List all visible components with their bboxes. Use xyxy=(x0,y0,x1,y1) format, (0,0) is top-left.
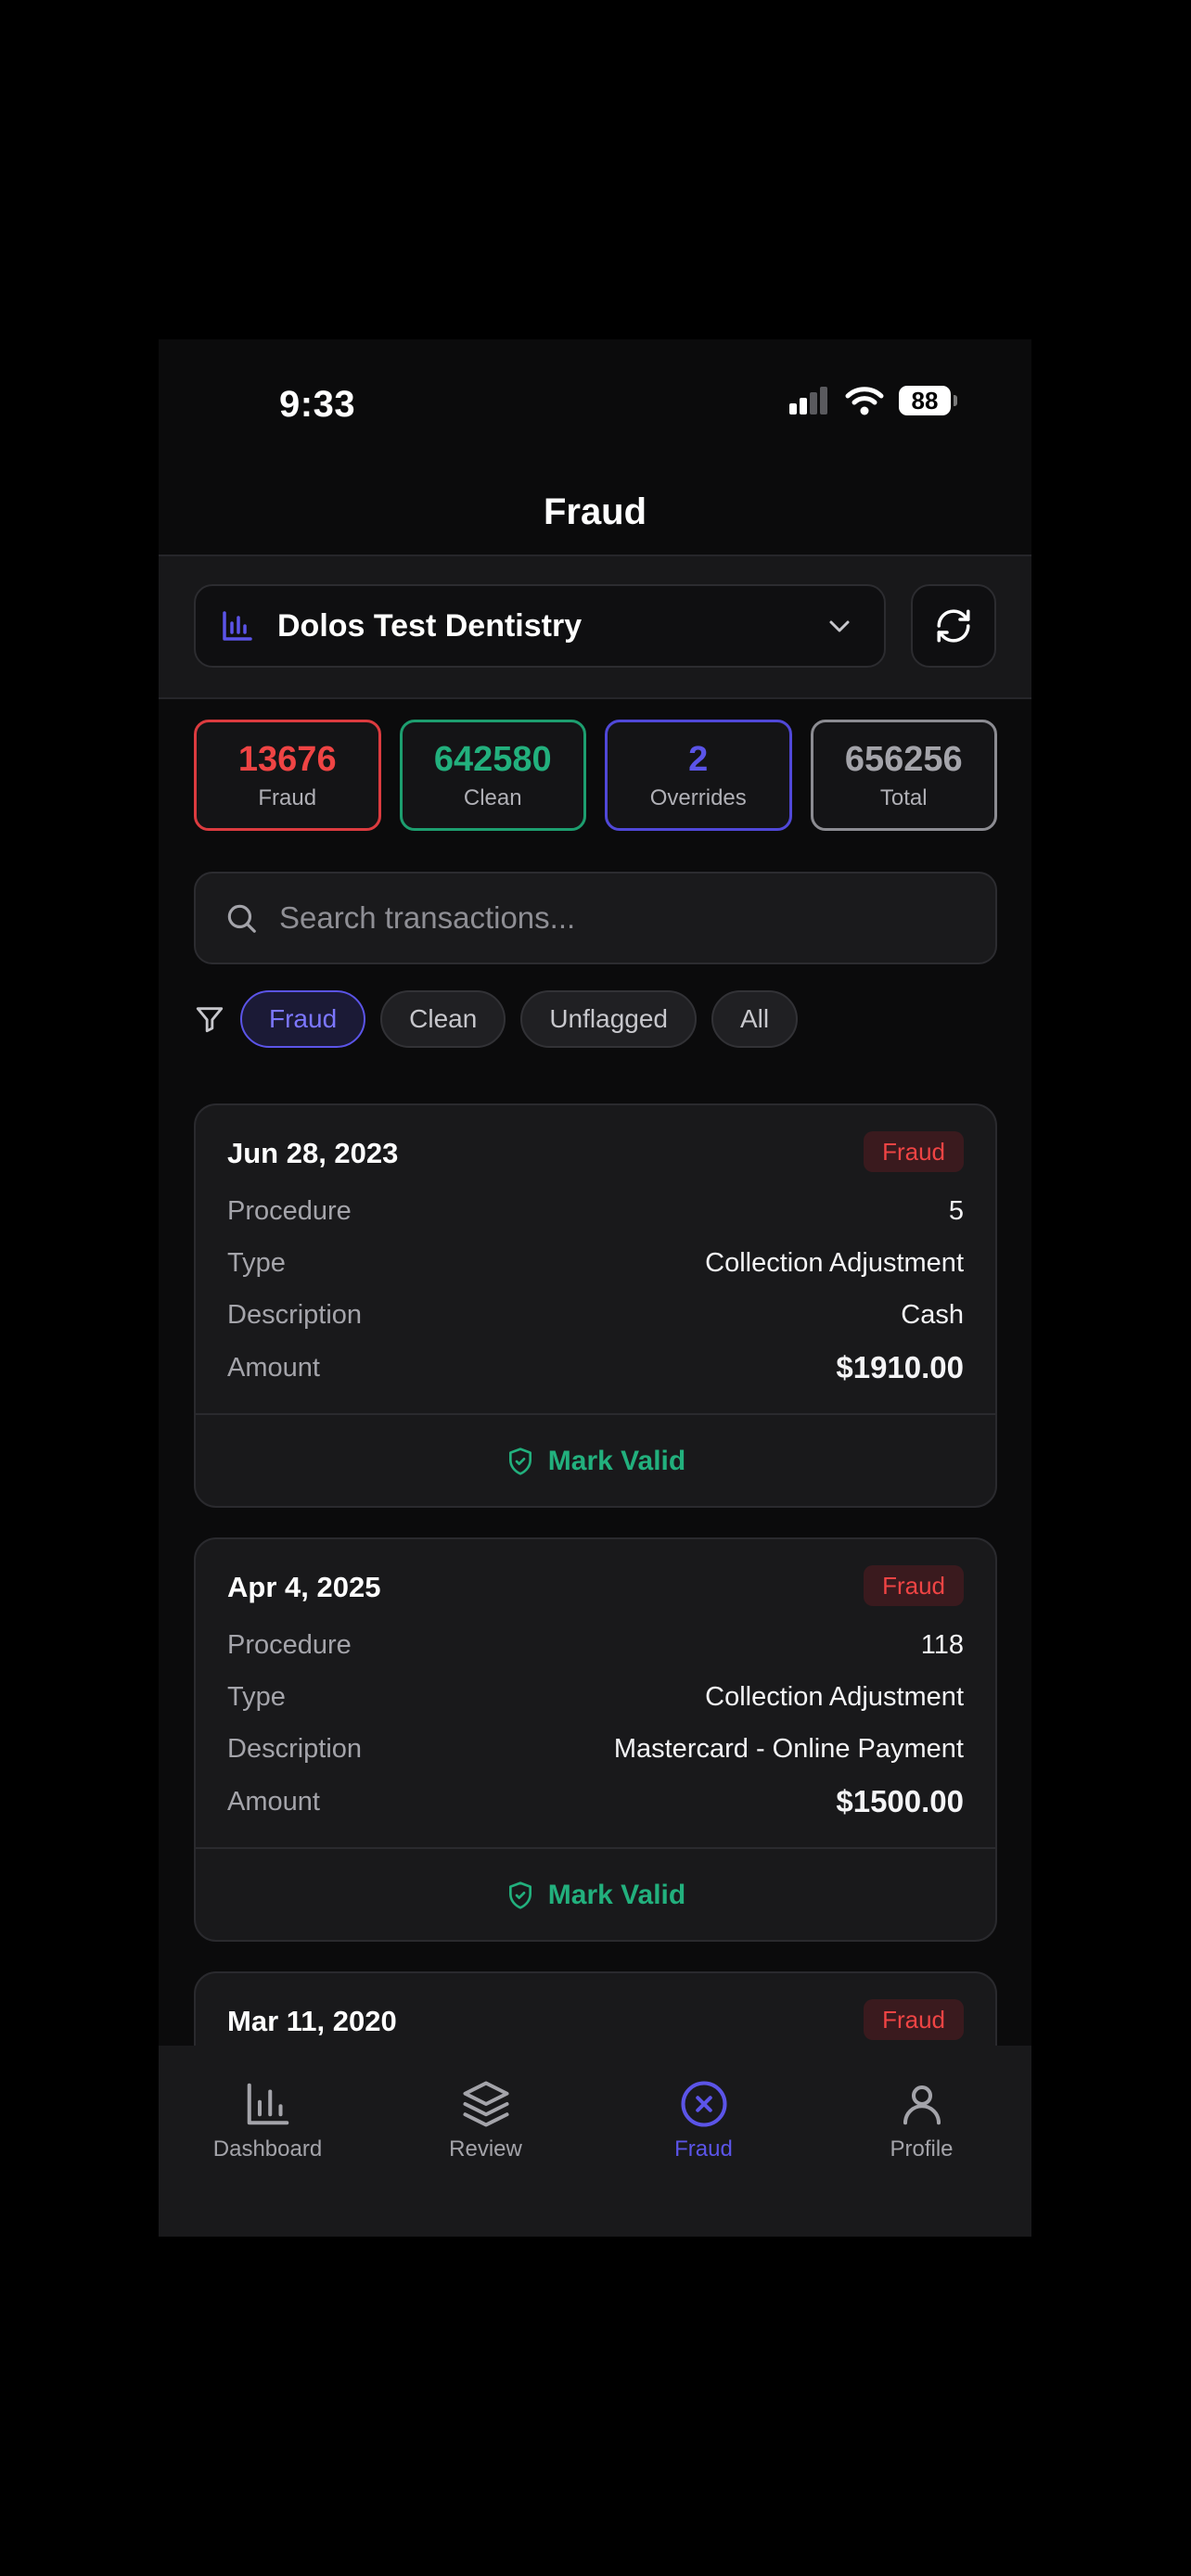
stat-value: 656256 xyxy=(844,740,963,779)
field-label: Amount xyxy=(227,1352,320,1383)
filter-chip-fraud[interactable]: Fraud xyxy=(240,990,366,1048)
filter-chip-unflagged[interactable]: Unflagged xyxy=(520,990,697,1048)
mark-valid-button[interactable]: Mark Valid xyxy=(196,1849,995,1942)
field-label: Type xyxy=(227,1682,286,1712)
amount-value: $1910.00 xyxy=(836,1350,964,1384)
search-icon xyxy=(227,904,256,933)
x-circle-icon xyxy=(680,2081,727,2127)
status-bar: 9:33 88 xyxy=(159,339,1031,478)
status-badge: Fraud xyxy=(864,1131,964,1172)
stat-total: 656256 Total xyxy=(810,720,997,831)
stat-fraud: 13676 Fraud xyxy=(194,720,381,831)
nav-label: Profile xyxy=(890,2136,954,2162)
nav-fraud[interactable]: Fraud xyxy=(595,2046,813,2237)
type-row: Type Collection Adjustment xyxy=(227,1248,964,1279)
signal-icon xyxy=(789,387,827,414)
wifi-icon xyxy=(845,387,884,415)
type-value: Collection Adjustment xyxy=(705,1682,964,1712)
org-selector[interactable]: Dolos Test Dentistry xyxy=(194,584,886,668)
status-badge: Fraud xyxy=(864,1999,964,2040)
filter-bar: Fraud Clean Unflagged All xyxy=(194,990,799,1048)
filter-chip-clean[interactable]: Clean xyxy=(380,990,506,1048)
amount-row: Amount $1910.00 xyxy=(227,1350,964,1385)
description-row: Description Mastercard - Online Payment xyxy=(227,1734,964,1765)
stats-row: 13676 Fraud 642580 Clean 2 Overrides 656… xyxy=(194,720,997,831)
description-value: Cash xyxy=(901,1300,964,1330)
stat-label: Total xyxy=(879,785,928,810)
shield-check-icon xyxy=(508,1447,531,1475)
nav-review[interactable]: Review xyxy=(377,2046,595,2237)
mark-valid-label: Mark Valid xyxy=(547,1446,686,1476)
battery-level: 88 xyxy=(899,386,951,415)
field-label: Procedure xyxy=(227,1630,352,1660)
refresh-icon xyxy=(937,609,970,643)
status-time: 9:33 xyxy=(279,384,356,425)
stat-value: 642580 xyxy=(433,740,552,779)
filter-chip-all[interactable]: All xyxy=(711,990,799,1048)
nav-label: Dashboard xyxy=(212,2136,323,2162)
transaction-date: Mar 11, 2020 xyxy=(227,2005,397,2037)
status-icons: 88 xyxy=(788,386,957,415)
user-icon xyxy=(903,2085,941,2125)
nav-dashboard[interactable]: Dashboard xyxy=(159,2046,377,2237)
org-toolbar: Dolos Test Dentistry xyxy=(159,555,1031,699)
stat-label: Clean xyxy=(463,785,522,810)
refresh-button[interactable] xyxy=(911,584,996,668)
procedure-row: Procedure 5 xyxy=(227,1196,964,1227)
stat-value: 13676 xyxy=(237,740,337,779)
page-title: Fraud xyxy=(543,491,647,532)
description-row: Description Cash xyxy=(227,1300,964,1331)
transaction-card[interactable]: Jun 28, 2023 Fraud Procedure 5 Type Coll… xyxy=(194,1103,997,1508)
stat-clean: 642580 Clean xyxy=(399,720,586,831)
app-screen: 9:33 88 Fraud Dolos Test Dentistry 13676… xyxy=(159,339,1031,2237)
mark-valid-label: Mark Valid xyxy=(547,1880,686,1910)
transaction-date: Apr 4, 2025 xyxy=(227,1571,381,1603)
nav-profile[interactable]: Profile xyxy=(813,2046,1031,2237)
org-name: Dolos Test Dentistry xyxy=(277,607,583,644)
field-label: Procedure xyxy=(227,1196,352,1226)
nav-label: Fraud xyxy=(674,2136,733,2162)
transaction-date: Jun 28, 2023 xyxy=(227,1137,399,1169)
field-label: Type xyxy=(227,1248,286,1278)
procedure-value: 118 xyxy=(920,1630,964,1660)
stat-label: Overrides xyxy=(649,785,747,810)
type-value: Collection Adjustment xyxy=(705,1248,964,1278)
procedure-value: 5 xyxy=(948,1196,964,1226)
amount-row: Amount $1500.00 xyxy=(227,1784,964,1819)
transaction-card[interactable]: Apr 4, 2025 Fraud Procedure 118 Type Col… xyxy=(194,1537,997,1942)
search-input[interactable] xyxy=(277,899,986,937)
battery-icon: 88 xyxy=(899,386,957,415)
filter-icon[interactable] xyxy=(194,1003,225,1035)
amount-value: $1500.00 xyxy=(836,1784,964,1818)
stat-label: Fraud xyxy=(258,785,317,810)
field-label: Description xyxy=(227,1734,363,1764)
field-label: Description xyxy=(227,1300,363,1330)
description-value: Mastercard - Online Payment xyxy=(613,1734,964,1764)
bar-chart-icon xyxy=(223,611,252,641)
nav-label: Review xyxy=(449,2136,522,2162)
bar-chart-icon xyxy=(247,2083,288,2125)
mark-valid-button[interactable]: Mark Valid xyxy=(196,1415,995,1508)
shield-check-icon xyxy=(508,1881,531,1909)
bottom-nav: Dashboard Review Fraud Profile xyxy=(159,2046,1031,2237)
status-badge: Fraud xyxy=(864,1565,964,1606)
chevron-down-icon xyxy=(829,620,850,632)
procedure-row: Procedure 118 xyxy=(227,1630,964,1661)
search-bar xyxy=(194,872,997,964)
field-label: Amount xyxy=(227,1786,320,1817)
transaction-list: Jun 28, 2023 Fraud Procedure 5 Type Coll… xyxy=(194,1103,997,2059)
layers-icon xyxy=(462,2081,509,2127)
stat-overrides: 2 Overrides xyxy=(605,720,792,831)
type-row: Type Collection Adjustment xyxy=(227,1682,964,1713)
stat-value: 2 xyxy=(688,740,709,779)
